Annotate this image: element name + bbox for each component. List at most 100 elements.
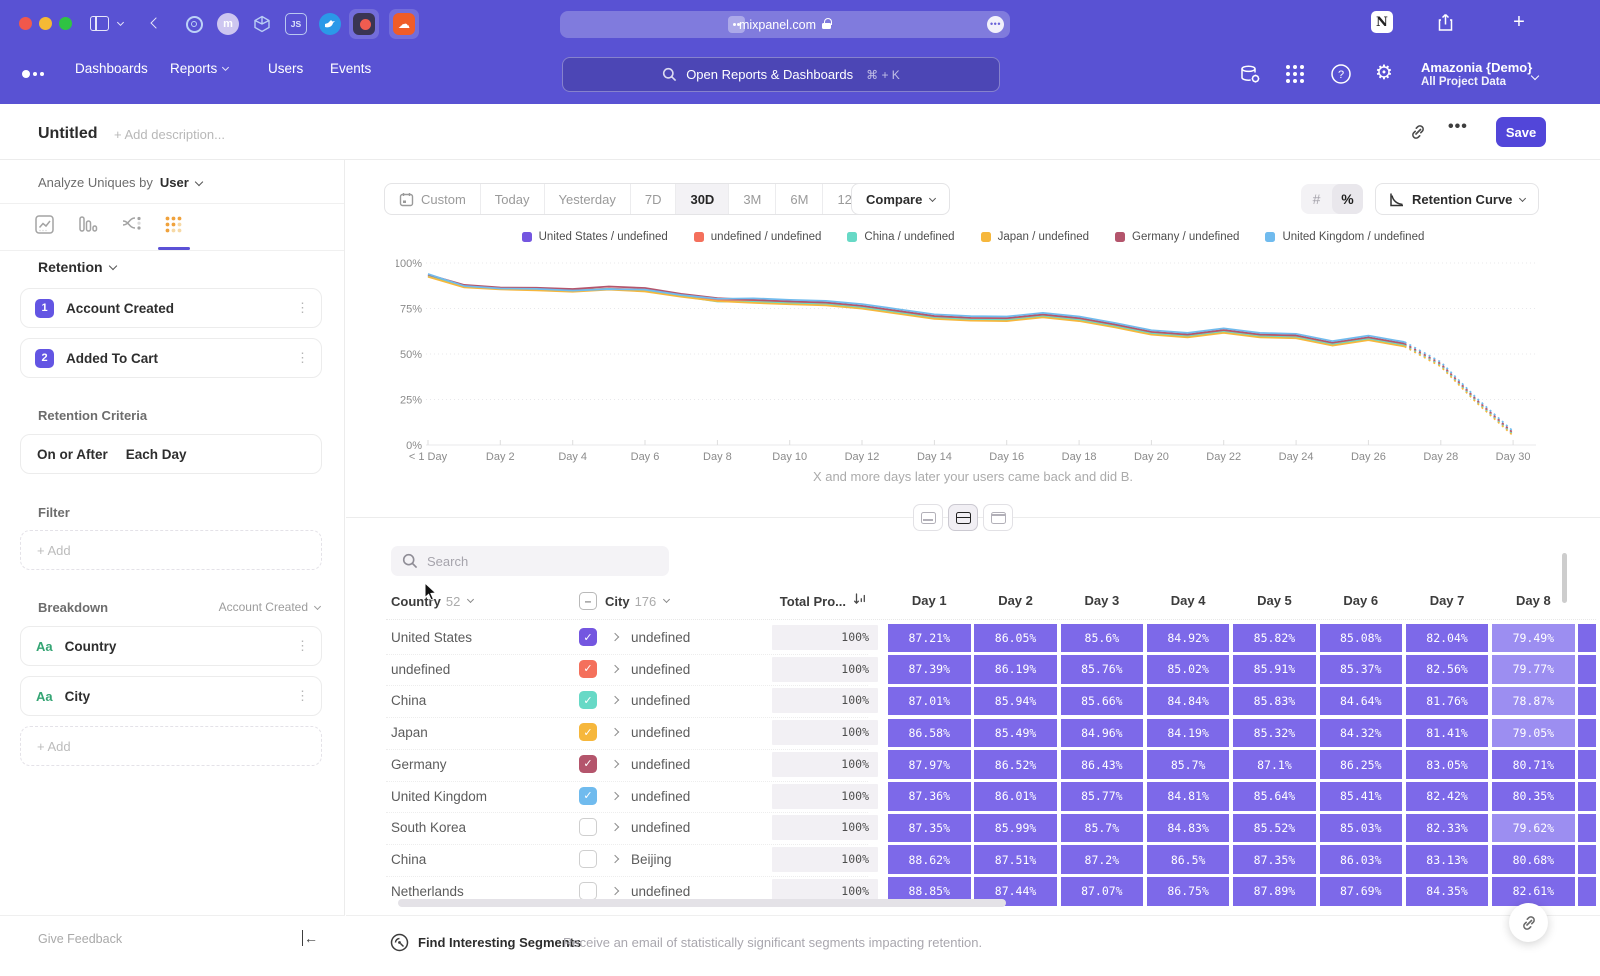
retention-cell[interactable]: 84.32%: [1320, 719, 1403, 748]
series-checkbox[interactable]: ✓: [579, 723, 597, 741]
retention-cell[interactable]: 85.7%: [1061, 814, 1144, 843]
retention-cell[interactable]: 85.52%: [1233, 814, 1316, 843]
address-bar[interactable]: mixpanel.com •••: [560, 11, 1010, 38]
js-icon[interactable]: JS: [285, 13, 307, 35]
more-options-icon[interactable]: •••: [1448, 118, 1468, 136]
percent-toggle[interactable]: %: [1332, 184, 1363, 214]
retention-cell[interactable]: 87.89%: [1233, 877, 1316, 906]
day-column-header[interactable]: Day 5: [1233, 588, 1316, 614]
nav-reports[interactable]: Reports: [170, 61, 228, 76]
retention-cell[interactable]: 87.51%: [974, 845, 1057, 874]
breakdown-scope-selector[interactable]: Account Created: [219, 600, 320, 614]
chart-and-table-view-button[interactable]: [948, 504, 978, 531]
tab-flows-icon[interactable]: [121, 215, 141, 235]
table-row[interactable]: undefined✓undefined100%87.39%86.19%85.76…: [346, 654, 1600, 686]
series-checkbox[interactable]: [579, 850, 597, 868]
retention-cell[interactable]: 85.83%: [1233, 687, 1316, 716]
city-column-header[interactable]: – City176: [579, 588, 669, 614]
legend-item[interactable]: undefined / undefined: [694, 231, 822, 243]
add-filter-button[interactable]: + Add: [20, 530, 322, 570]
retention-section-header[interactable]: Retention: [38, 259, 116, 275]
retention-cell[interactable]: 86.03%: [1320, 845, 1403, 874]
retention-cell[interactable]: 87.2%: [1061, 845, 1144, 874]
retention-line-chart[interactable]: 0%25%50%75%100%< 1 DayDay 2Day 4Day 6Day…: [396, 252, 1581, 467]
close-window-button[interactable]: [19, 17, 32, 30]
retention-cell[interactable]: 87.07%: [1061, 877, 1144, 906]
total-column-header[interactable]: Total Pro...: [726, 588, 846, 614]
retention-cell[interactable]: 86.19%: [974, 655, 1057, 684]
retention-cell[interactable]: 79.49%: [1492, 624, 1575, 653]
back-icon[interactable]: [150, 17, 161, 28]
table-row[interactable]: United States✓undefined100%87.21%86.05%8…: [346, 622, 1600, 654]
day-column-header[interactable]: Day 1: [888, 588, 971, 614]
legend-item[interactable]: United States / undefined: [522, 231, 668, 243]
retention-cell[interactable]: 85.82%: [1233, 624, 1316, 653]
select-all-checkbox[interactable]: –: [579, 592, 597, 610]
retention-cell[interactable]: 79.62%: [1492, 814, 1575, 843]
retention-cell[interactable]: 84.92%: [1147, 624, 1230, 653]
expand-chevron-icon[interactable]: [611, 728, 619, 736]
retention-cell[interactable]: 84.81%: [1147, 782, 1230, 811]
table-row[interactable]: United Kingdom✓undefined100%87.36%86.01%…: [346, 781, 1600, 813]
retention-cell[interactable]: 84.35%: [1406, 877, 1489, 906]
retention-cell[interactable]: 86.05%: [974, 624, 1057, 653]
retention-cell[interactable]: 85.7%: [1147, 750, 1230, 779]
expand-chevron-icon[interactable]: [611, 664, 619, 672]
retention-cell[interactable]: 85.66%: [1061, 687, 1144, 716]
expand-chevron-icon[interactable]: [611, 633, 619, 641]
browser-sidebar-icon[interactable]: [90, 16, 109, 31]
retention-cell[interactable]: 87.69%: [1320, 877, 1403, 906]
absolute-numbers-toggle[interactable]: #: [1301, 184, 1332, 214]
retention-cell[interactable]: 87.35%: [1233, 845, 1316, 874]
mixpanel-logo[interactable]: [22, 70, 44, 78]
retention-cell[interactable]: 86.75%: [1147, 877, 1230, 906]
kebab-menu-icon[interactable]: ⋮: [296, 688, 309, 704]
series-checkbox[interactable]: [579, 882, 597, 900]
nav-dashboards[interactable]: Dashboards: [75, 61, 148, 76]
range-7d[interactable]: 7D: [631, 184, 677, 214]
global-search[interactable]: Open Reports & Dashboards ⌘ + K: [562, 57, 1000, 92]
collapse-sidebar-icon[interactable]: ←: [302, 930, 318, 946]
retention-cell[interactable]: 84.64%: [1320, 687, 1403, 716]
notion-icon[interactable]: N: [1371, 11, 1393, 33]
table-only-view-button[interactable]: [983, 504, 1013, 531]
retention-cell[interactable]: 85.6%: [1061, 624, 1144, 653]
expand-chevron-icon[interactable]: [611, 823, 619, 831]
expand-chevron-icon[interactable]: [611, 855, 619, 863]
retention-cell[interactable]: 84.83%: [1147, 814, 1230, 843]
breakdown-country[interactable]: Aa Country ⋮: [20, 626, 322, 666]
criteria-mode[interactable]: On or After: [37, 447, 108, 462]
tab-insights-icon[interactable]: [35, 215, 55, 235]
range-3m[interactable]: 3M: [729, 184, 776, 214]
cube-icon[interactable]: [251, 13, 273, 35]
maximize-window-button[interactable]: [59, 17, 72, 30]
help-icon[interactable]: ?: [1330, 63, 1352, 90]
series-checkbox[interactable]: [579, 818, 597, 836]
report-title[interactable]: Untitled: [38, 125, 98, 143]
series-checkbox[interactable]: ✓: [579, 691, 597, 709]
segments-title[interactable]: Find Interesting Segments: [418, 935, 581, 950]
retention-cell[interactable]: 87.97%: [888, 750, 971, 779]
kebab-menu-icon[interactable]: ⋮: [296, 350, 309, 366]
table-row[interactable]: ChinaBeijing100%88.62%87.51%87.2%86.5%87…: [346, 844, 1600, 876]
tab-retention-icon[interactable]: [164, 215, 184, 235]
analyze-uniques-control[interactable]: Analyze Uniques by User: [38, 175, 202, 190]
retention-cell[interactable]: 80.68%: [1492, 845, 1575, 874]
range-yesterday[interactable]: Yesterday: [545, 184, 631, 214]
retention-cell[interactable]: 85.08%: [1320, 624, 1403, 653]
report-description-placeholder[interactable]: + Add description...: [114, 127, 225, 142]
retention-cell[interactable]: 81.41%: [1406, 719, 1489, 748]
expand-chevron-icon[interactable]: [611, 760, 619, 768]
retention-cell[interactable]: 87.35%: [888, 814, 971, 843]
retention-cell[interactable]: 82.42%: [1406, 782, 1489, 811]
retention-cell[interactable]: 79.05%: [1492, 719, 1575, 748]
range-6m[interactable]: 6M: [776, 184, 823, 214]
retention-cell[interactable]: 82.04%: [1406, 624, 1489, 653]
table-search-input[interactable]: [427, 554, 647, 569]
retention-cell[interactable]: 85.76%: [1061, 655, 1144, 684]
retention-criteria-control[interactable]: On or After Each Day: [20, 434, 322, 474]
avatar-m-icon[interactable]: m: [217, 13, 239, 35]
new-tab-icon[interactable]: +: [1508, 11, 1530, 33]
breakdown-city[interactable]: Aa City ⋮: [20, 676, 322, 716]
add-breakdown-button[interactable]: + Add: [20, 726, 322, 766]
